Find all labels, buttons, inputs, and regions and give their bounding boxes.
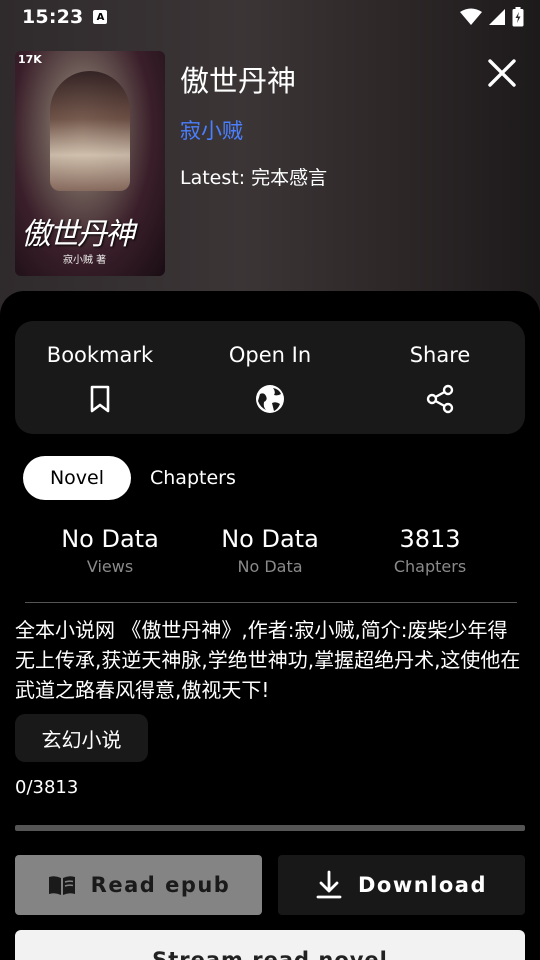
globe-icon	[256, 385, 284, 413]
cover-logo: 17K	[18, 53, 42, 66]
stat-views: No Data Views	[30, 525, 190, 576]
open-in-button[interactable]: Open In	[185, 321, 355, 434]
download-icon	[316, 870, 342, 899]
stat-label: Views	[86, 557, 134, 576]
stat-label: No Data	[237, 557, 303, 576]
book-title: 傲世丹神	[180, 64, 297, 98]
tab-bar: Novel Chapters	[23, 456, 236, 500]
status-bar: 15:23 A	[0, 0, 540, 34]
stat-label: Chapters	[393, 557, 467, 576]
tab-chapters[interactable]: Chapters	[150, 467, 236, 489]
stream-read-button[interactable]: Stream read novel	[15, 930, 525, 960]
book-open-icon	[48, 876, 75, 895]
bookmark-icon	[90, 385, 110, 413]
divider	[25, 602, 517, 603]
genre-chip[interactable]: 玄幻小说	[15, 714, 148, 762]
wifi-icon	[460, 8, 482, 25]
open-in-label: Open In	[228, 343, 312, 367]
book-author[interactable]: 寂小贼	[180, 115, 243, 145]
reading-progress-text: 0/3813	[15, 777, 79, 798]
stat-chapters: 3813 Chapters	[350, 525, 510, 576]
notification-icon: A	[93, 10, 108, 24]
status-icons	[460, 7, 524, 27]
book-cover[interactable]: 17K 傲世丹神 寂小贼 著	[15, 51, 165, 276]
share-button[interactable]: Share	[355, 321, 525, 434]
latest-chapter: Latest: 完本感言	[180, 167, 328, 189]
tab-novel[interactable]: Novel	[23, 456, 131, 500]
status-time: 15:23	[22, 6, 84, 28]
stat-unknown: No Data No Data	[190, 525, 350, 576]
action-bar: Bookmark Open In Share	[15, 321, 525, 434]
bookmark-button[interactable]: Bookmark	[15, 321, 185, 434]
signal-icon	[489, 9, 505, 25]
share-icon	[426, 384, 454, 414]
download-label: Download	[357, 873, 488, 897]
stats-row: No Data Views No Data No Data 3813 Chapt…	[30, 525, 510, 576]
stat-value: No Data	[221, 525, 319, 553]
stat-value: 3813	[399, 525, 461, 553]
share-label: Share	[409, 343, 471, 367]
read-epub-button[interactable]: Read epub	[15, 855, 262, 915]
cover-figure	[50, 71, 130, 191]
bookmark-label: Bookmark	[46, 343, 154, 367]
book-description: 全本小说网 《傲世丹神》,作者:寂小贼,简介:废柴少年得无上传承,获逆天神脉,学…	[15, 618, 521, 702]
stream-read-label: Stream read novel	[152, 948, 388, 960]
stat-value: No Data	[61, 525, 159, 553]
read-epub-label: Read epub	[90, 873, 231, 897]
cover-author-art: 寂小贼 著	[63, 255, 107, 266]
cover-title-art: 傲世丹神	[21, 217, 135, 252]
close-icon[interactable]	[486, 57, 518, 89]
battery-icon	[512, 7, 524, 27]
reading-progress-bar	[15, 825, 525, 831]
download-button[interactable]: Download	[278, 855, 525, 915]
